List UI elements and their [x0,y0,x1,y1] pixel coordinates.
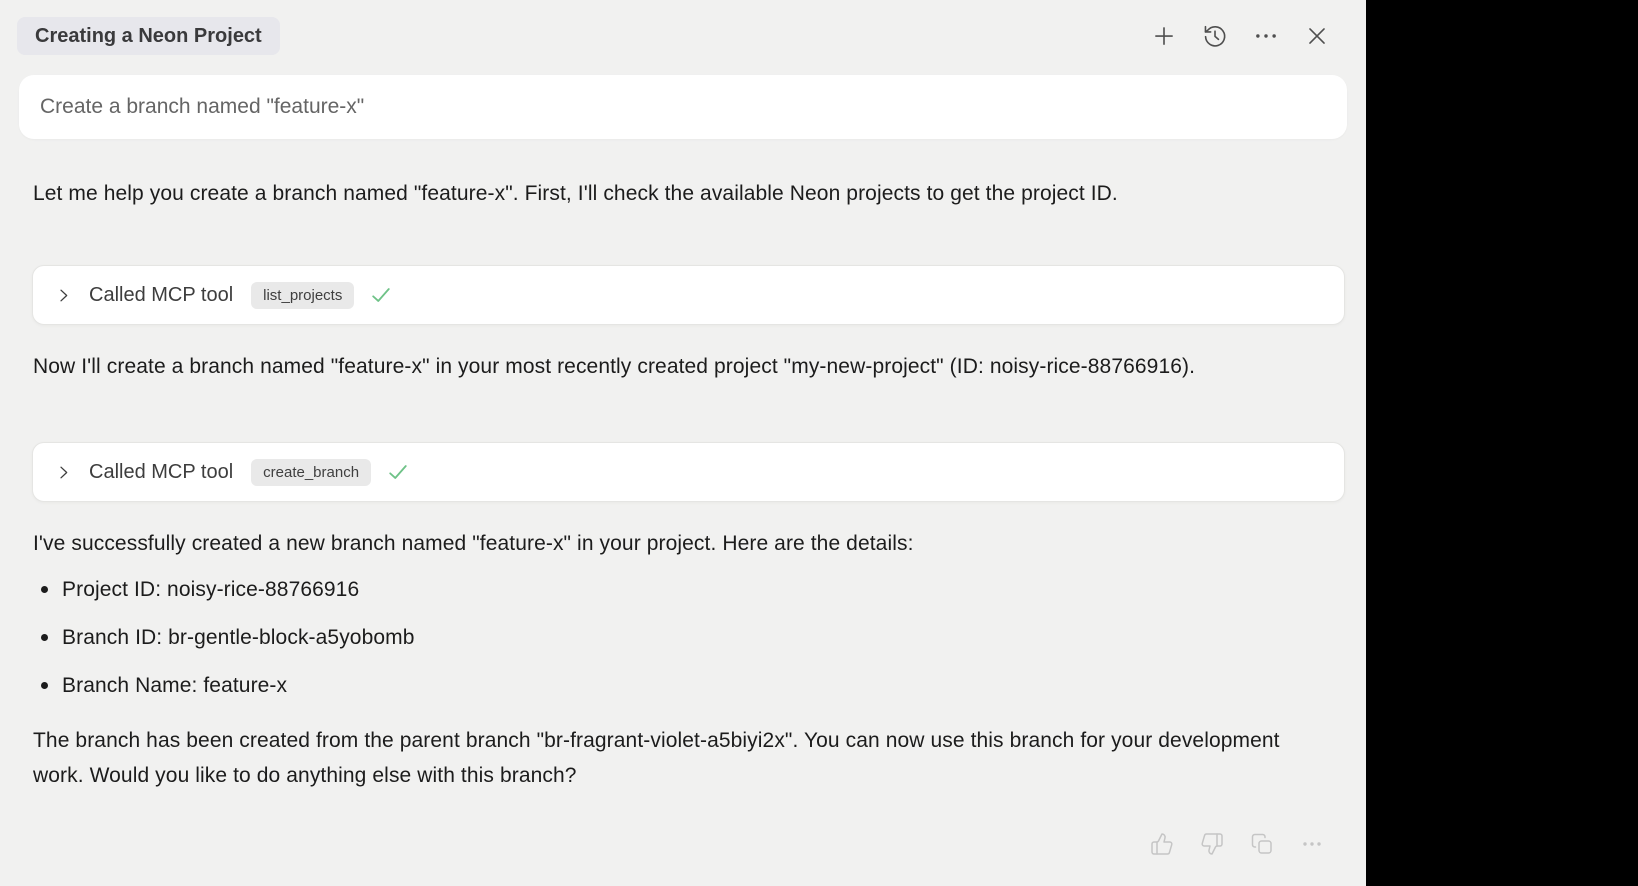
detail-branch-name: Branch Name: feature-x [62,674,287,698]
assistant-paragraph-intro: Let me help you create a branch named "f… [33,176,1281,211]
tool-call-label: Called MCP tool [89,284,233,307]
success-check-icon [370,284,392,306]
list-item: Branch ID: br-gentle-block-a5yobomb [33,620,415,655]
chat-window: Creating a Neon Project Creat [0,0,1638,886]
thumbs-up-icon [1150,832,1174,856]
thumbs-up-button[interactable] [1150,832,1174,856]
success-check-icon [387,461,409,483]
bullet-icon [41,634,48,641]
conversation-title-badge[interactable]: Creating a Neon Project [17,17,280,55]
assistant-paragraph-success: I've successfully created a new branch n… [33,526,1281,561]
detail-branch-id: Branch ID: br-gentle-block-a5yobomb [62,626,415,650]
ellipsis-icon [1253,23,1279,49]
message-actions [1150,832,1324,856]
assistant-paragraph-closing: The branch has been created from the par… [33,723,1281,793]
header-actions [1151,23,1330,49]
list-item: Project ID: noisy-rice-88766916 [33,572,415,607]
tool-call-label: Called MCP tool [89,461,233,484]
user-message-card[interactable]: Create a branch named "feature-x" [19,75,1347,139]
message-more-button[interactable] [1300,832,1324,856]
thumbs-down-icon [1200,832,1224,856]
tool-name-badge: list_projects [251,282,354,309]
history-button[interactable] [1202,23,1228,49]
chevron-right-icon[interactable] [55,287,72,304]
conversation-title: Creating a Neon Project [35,25,262,48]
tool-name-badge: create_branch [251,459,371,486]
copy-icon [1250,832,1274,856]
tool-call-card-create-branch[interactable]: Called MCP tool create_branch [32,442,1345,502]
history-icon [1202,23,1228,49]
close-button[interactable] [1304,23,1330,49]
chevron-right-icon[interactable] [55,464,72,481]
assistant-paragraph-create-info: Now I'll create a branch named "feature-… [33,349,1281,384]
tool-call-card-list-projects[interactable]: Called MCP tool list_projects [32,265,1345,325]
branch-details-list: Project ID: noisy-rice-88766916 Branch I… [33,572,415,716]
plus-icon [1151,23,1177,49]
new-chat-button[interactable] [1151,23,1177,49]
bullet-icon [41,682,48,689]
ellipsis-icon [1300,832,1324,856]
side-panel [1366,0,1638,886]
user-message-text: Create a branch named "feature-x" [40,95,364,119]
more-options-button[interactable] [1253,23,1279,49]
list-item: Branch Name: feature-x [33,668,415,703]
thumbs-down-button[interactable] [1200,832,1224,856]
bullet-icon [41,586,48,593]
detail-project-id: Project ID: noisy-rice-88766916 [62,578,359,602]
close-icon [1304,23,1330,49]
copy-button[interactable] [1250,832,1274,856]
